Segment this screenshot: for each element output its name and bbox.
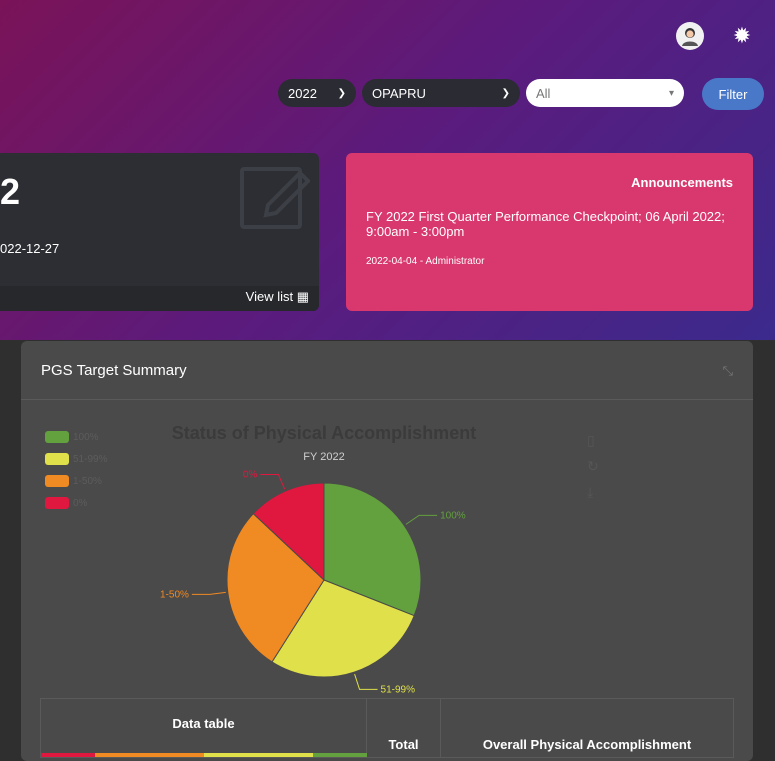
pie-label-connector: [354, 674, 378, 690]
year-select-value: 2022: [288, 85, 317, 101]
announcement-meta: 2022-04-04 - Administrator: [366, 256, 485, 267]
pie-chart: 100% 51-99% 1-50% 0%: [160, 469, 466, 695]
pgs-target-summary-panel: PGS Target Summary ⤡ 100% 51-99% 1-50% 0…: [21, 341, 753, 761]
data-table-header: Data table Total Overall Physical Accomp…: [40, 698, 734, 758]
year-select[interactable]: 2022 ❯: [278, 79, 356, 107]
caret-down-icon: ▾: [668, 87, 674, 99]
chevron-down-icon: ❯: [337, 87, 346, 99]
unit-select-value: OPAPRU: [372, 85, 426, 101]
chevron-down-icon: ❯: [501, 87, 510, 99]
unit-select[interactable]: OPAPRU ❯: [362, 79, 520, 107]
pie-label-connector: [260, 473, 286, 490]
filter-button[interactable]: Filter: [702, 78, 764, 110]
pie-data-label: 51-99%: [381, 684, 416, 695]
announcement-card: Announcements FY 2022 First Quarter Perf…: [346, 153, 753, 311]
pie-data-label: 1-50%: [160, 589, 189, 600]
table-header-overall: Overall Physical Accomplishment: [482, 737, 692, 752]
color-strip: [41, 753, 367, 757]
filter-bar: 2022 ❯ OPAPRU ❯ All ▾: [278, 79, 684, 107]
pie-label-connector: [405, 514, 438, 525]
stat-value: 2: [0, 171, 21, 212]
user-avatar-icon[interactable]: [676, 22, 704, 50]
gear-icon[interactable]: ✹: [728, 22, 756, 50]
stat-date: 022-12-27: [0, 241, 60, 256]
announcement-title: Announcements: [631, 175, 733, 190]
table-header-total: Total: [367, 699, 441, 757]
pie-label-connector: [191, 591, 226, 595]
pie-data-label: 100%: [440, 510, 466, 521]
table-header-data: Data table: [41, 699, 367, 757]
status-select-value: All: [536, 85, 551, 101]
stat-card: 2 022-12-27 View list ▦: [0, 153, 319, 311]
view-list-link[interactable]: View list ▦: [246, 289, 309, 305]
edit-icon: [240, 167, 310, 229]
status-select[interactable]: All ▾: [526, 79, 684, 107]
pie-data-label: 0%: [243, 469, 258, 480]
announcement-message[interactable]: FY 2022 First Quarter Performance Checkp…: [366, 209, 736, 239]
